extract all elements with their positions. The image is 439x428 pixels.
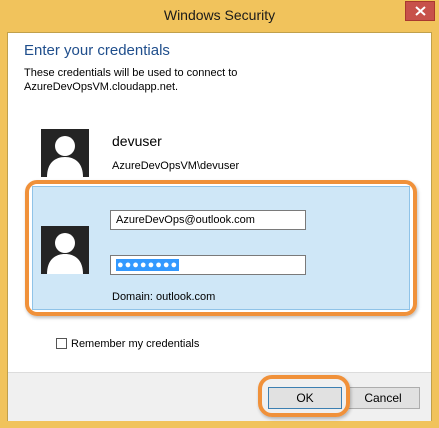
- description-line-1: These credentials will be used to connec…: [24, 67, 238, 79]
- saved-user-name[interactable]: devuser: [112, 133, 162, 149]
- password-value: ●●●●●●●●: [116, 259, 180, 271]
- ok-annotation-highlight: [258, 375, 350, 417]
- description-line-2: AzureDevOpsVM.cloudapp.net.: [24, 81, 179, 93]
- username-value: AzureDevOps@outlook.com: [116, 214, 255, 226]
- remember-credentials-option[interactable]: Remember my credentials: [56, 338, 199, 350]
- close-button[interactable]: [405, 1, 435, 21]
- password-input[interactable]: ●●●●●●●●: [110, 255, 306, 275]
- saved-user-avatar-icon[interactable]: [41, 129, 89, 177]
- cancel-button[interactable]: Cancel: [346, 387, 420, 409]
- window-frame: Windows Security Enter your credentials …: [0, 0, 439, 428]
- window-title: Windows Security: [163, 7, 276, 23]
- dialog-description: These credentials will be used to connec…: [24, 66, 404, 94]
- remember-label: Remember my credentials: [71, 338, 200, 350]
- new-user-avatar-icon: [41, 226, 89, 274]
- saved-user-account[interactable]: AzureDevOpsVM\devuser: [112, 160, 239, 172]
- dialog-heading: Enter your credentials: [24, 42, 170, 59]
- close-icon: [415, 6, 426, 16]
- title-bar[interactable]: Windows Security: [0, 0, 439, 32]
- dialog-body: Enter your credentials These credentials…: [7, 32, 432, 421]
- domain-label: Domain: outlook.com: [112, 291, 216, 303]
- remember-checkbox[interactable]: [56, 338, 67, 349]
- username-input[interactable]: AzureDevOps@outlook.com: [110, 210, 306, 230]
